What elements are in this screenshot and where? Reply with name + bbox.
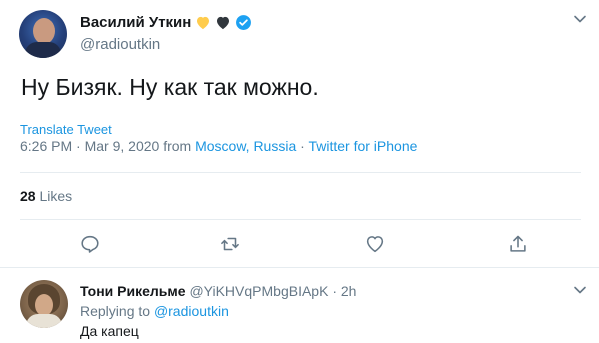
author-name[interactable]: Василий Уткин (80, 14, 191, 31)
translate-tweet-link[interactable]: Translate Tweet (20, 122, 112, 137)
like-heart-icon[interactable] (364, 233, 386, 255)
tweet-location-link[interactable]: Moscow, Russia (195, 138, 296, 154)
avatar-face (35, 294, 53, 316)
tweet-time[interactable]: 6:26 PM (20, 138, 72, 154)
likes-count: 28 (20, 188, 36, 204)
tweet-source-link[interactable]: Twitter for iPhone (308, 138, 417, 154)
meta-dot: · (332, 283, 337, 299)
reply-time[interactable]: 2h (341, 283, 357, 299)
replying-to-mention[interactable]: @radioutkin (154, 303, 229, 319)
avatar-face (33, 18, 55, 44)
avatar-shirt (26, 314, 62, 328)
section-separator (0, 267, 599, 268)
likes-label: Likes (39, 188, 73, 204)
likes-stat[interactable]: 28 Likes (20, 188, 72, 204)
reply-author-handle[interactable]: @YiKHVqPMbgBIApK (189, 283, 328, 299)
reply-text: Да капец (80, 323, 139, 339)
verified-badge-icon (236, 15, 252, 30)
avatar-body (25, 42, 61, 58)
black-heart-icon (217, 16, 230, 30)
divider (20, 219, 581, 220)
meta-dot: · (300, 138, 305, 154)
reply-author-avatar[interactable] (20, 280, 68, 328)
reply-author-name[interactable]: Тони Рикельме (80, 283, 186, 299)
author-handle[interactable]: @radioutkin (80, 36, 160, 53)
divider (20, 172, 581, 173)
meta-dot: · (76, 138, 81, 154)
chevron-down-icon[interactable] (573, 12, 587, 26)
replying-to-label: Replying to (80, 303, 151, 319)
tweet-date[interactable]: Mar 9, 2020 (85, 138, 160, 154)
tweet-metadata: 6:26 PM · Mar 9, 2020 from Moscow, Russi… (20, 138, 417, 154)
reply-icon[interactable] (79, 233, 101, 255)
tweet-text: Ну Бизяк. Ну как так можно. (21, 74, 319, 100)
chevron-down-icon[interactable] (573, 283, 587, 297)
from-word: from (163, 138, 192, 154)
reply-header: Тони Рикельме @YiKHVqPMbgBIApK · 2h (80, 283, 356, 299)
author-name-row[interactable]: Василий Уткин (80, 14, 252, 31)
share-icon[interactable] (507, 233, 529, 255)
replying-to-line: Replying to @radioutkin (80, 303, 229, 319)
retweet-icon[interactable] (219, 233, 241, 255)
author-avatar[interactable] (19, 10, 67, 58)
yellow-heart-icon (197, 16, 210, 30)
